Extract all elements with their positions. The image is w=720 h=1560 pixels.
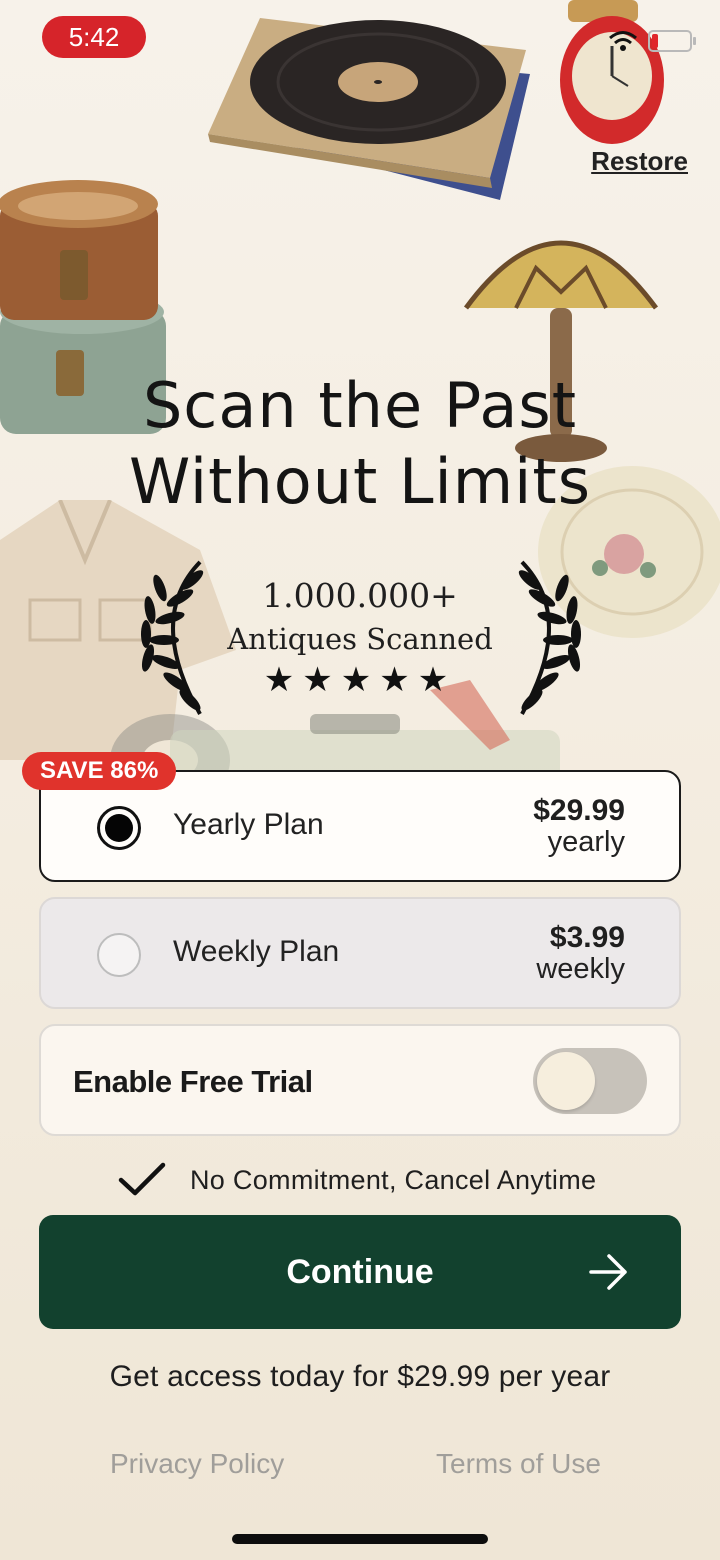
plan-option-weekly[interactable]: Weekly Plan $3.99 weekly (39, 897, 681, 1009)
restore-button[interactable]: Restore (591, 146, 688, 177)
toggle-knob (537, 1052, 595, 1110)
red-clock-illustration (560, 0, 664, 144)
paywall-screen: 5:42 Restore Scan the Past Without Limit… (0, 0, 720, 1560)
radio-unselected-icon[interactable] (97, 933, 141, 977)
wifi-icon (609, 31, 637, 51)
plan-name: Yearly Plan (173, 808, 324, 841)
home-indicator (232, 1534, 488, 1544)
free-trial-toggle[interactable] (533, 1048, 647, 1114)
plan-period: weekly (536, 953, 625, 985)
continue-label: Continue (286, 1253, 434, 1291)
privacy-policy-link[interactable]: Privacy Policy (110, 1448, 284, 1480)
plan-name: Weekly Plan (173, 935, 340, 968)
free-trial-label: Enable Free Trial (73, 1064, 313, 1099)
plan-price: $3.99 (549, 921, 625, 954)
scan-count: 1.000.000+ (262, 576, 458, 615)
continue-button[interactable]: Continue (39, 1215, 681, 1329)
page-title: Scan the Past Without Limits (0, 368, 720, 520)
commitment-text: No Commitment, Cancel Anytime (190, 1164, 597, 1195)
free-trial-row: Enable Free Trial (39, 1024, 681, 1136)
vinyl-record-illustration (208, 18, 530, 200)
plan-price: $29.99 (533, 794, 625, 827)
commitment-note: No Commitment, Cancel Anytime (118, 1162, 596, 1198)
checkmark-icon (118, 1162, 166, 1196)
status-icons (608, 30, 696, 52)
terms-of-use-link[interactable]: Terms of Use (436, 1448, 601, 1480)
access-summary: Get access today for $29.99 per year (109, 1360, 611, 1393)
rating-stars: ★★★★★ (263, 661, 457, 699)
title-line-2: Without Limits (128, 445, 592, 518)
radio-selected-icon[interactable] (97, 806, 141, 850)
arrow-right-icon (589, 1254, 627, 1290)
save-badge: SAVE 86% (22, 752, 177, 790)
title-line-1: Scan the Past (142, 369, 578, 442)
battery-icon (648, 30, 696, 52)
status-time: 5:42 (42, 16, 146, 58)
scan-count-label: Antiques Scanned (227, 622, 493, 656)
plan-period: yearly (547, 826, 625, 858)
